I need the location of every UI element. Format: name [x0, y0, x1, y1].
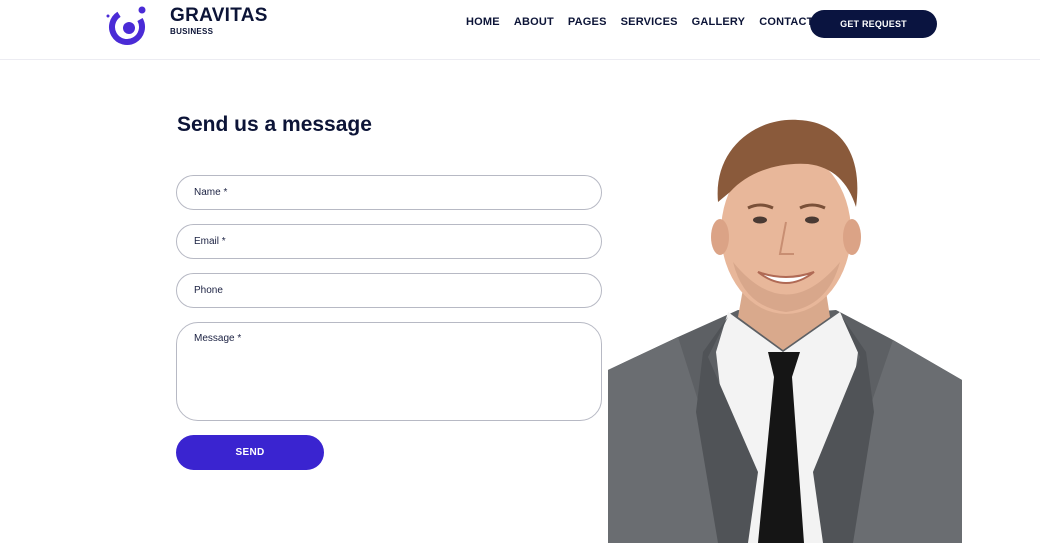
name-field[interactable]	[176, 175, 602, 210]
nav-gallery[interactable]: GALLERY	[692, 16, 746, 28]
site-header: GRAVITAS BUSINESS HOME ABOUT PAGES SERVI…	[0, 0, 1040, 60]
send-button[interactable]: SEND	[176, 435, 324, 470]
nav-pages[interactable]: PAGES	[568, 16, 607, 28]
nav-home[interactable]: HOME	[466, 16, 500, 28]
brand[interactable]: GRAVITAS BUSINESS	[170, 5, 268, 37]
businessman-photo	[608, 119, 962, 543]
form-title: Send us a message	[177, 113, 372, 136]
message-field[interactable]	[176, 322, 602, 421]
main-nav: HOME ABOUT PAGES SERVICES GALLERY CONTAC…	[466, 16, 835, 28]
nav-services[interactable]: SERVICES	[621, 16, 678, 28]
phone-field[interactable]	[176, 273, 602, 308]
brand-name: GRAVITAS	[170, 5, 268, 26]
brand-tagline: BUSINESS	[170, 27, 214, 36]
get-request-button[interactable]: GET REQUEST	[810, 10, 937, 38]
brand-logo-icon[interactable]	[104, 2, 150, 46]
nav-about[interactable]: ABOUT	[514, 16, 554, 28]
email-field[interactable]	[176, 224, 602, 259]
